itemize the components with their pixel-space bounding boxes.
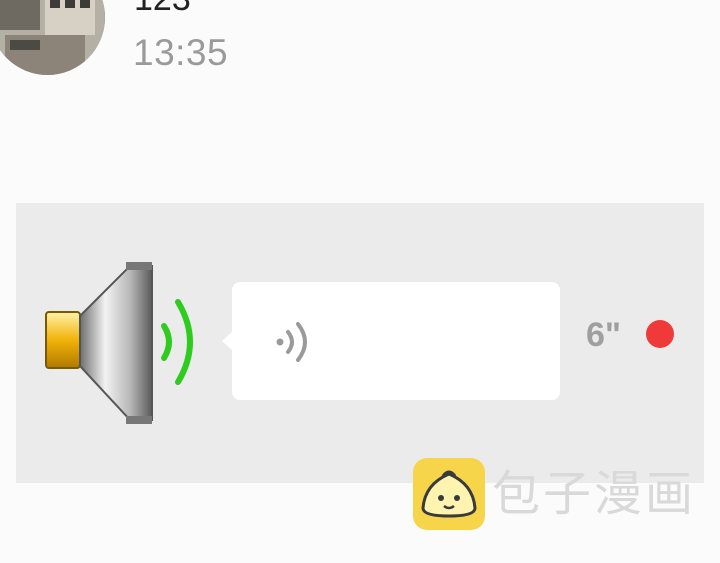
sender-name: 123 [134, 0, 191, 16]
message-timestamp: 13:35 [133, 32, 229, 73]
avatar-photo [0, 0, 105, 75]
avatar[interactable] [0, 0, 105, 75]
chat-screen: 123 13:35 [0, 0, 720, 563]
voice-duration: 6" [586, 316, 622, 354]
baozi-logo-icon [413, 458, 485, 535]
voice-wave-icon [274, 318, 316, 371]
unread-indicator [646, 320, 674, 348]
watermark-text: 包子漫画 [492, 466, 697, 522]
speaker-icon [40, 258, 210, 433]
